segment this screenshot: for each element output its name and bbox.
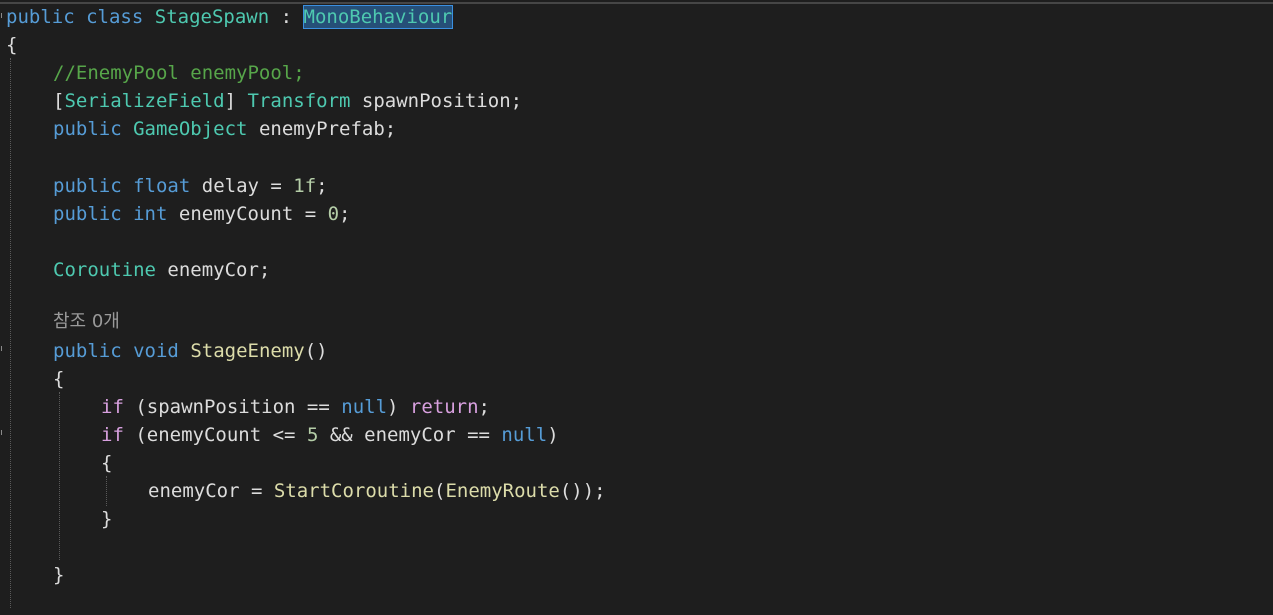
keyword: float	[133, 175, 191, 197]
attribute: SerializeField	[64, 90, 225, 112]
punctuation: ()	[304, 340, 328, 362]
brace: {	[6, 34, 18, 56]
identifier: delay =	[201, 175, 294, 197]
code-line-enemy-prefab[interactable]: public GameObject enemyPrefab;	[53, 115, 396, 143]
class-name: StageSpawn	[154, 6, 270, 28]
identifier: spawnPosition;	[361, 90, 523, 112]
number: 5	[306, 424, 319, 446]
punctuation: ;	[316, 175, 328, 197]
identifier: enemyPrefab;	[258, 118, 397, 140]
punctuation: ;	[478, 396, 490, 418]
number: 1f	[293, 175, 317, 197]
punctuation: )	[387, 396, 410, 418]
control-keyword: if	[101, 424, 124, 446]
brace: }	[101, 508, 113, 530]
keyword: public	[53, 175, 122, 197]
expression: (spawnPosition ==	[135, 396, 342, 418]
type: GameObject	[133, 118, 248, 140]
code-line-enemy-count[interactable]: public int enemyCount = 0;	[53, 200, 351, 228]
code-line-method-close-brace[interactable]: }	[53, 561, 64, 589]
keyword: public	[6, 6, 75, 28]
punctuation: (	[434, 480, 446, 502]
punctuation: :	[280, 6, 293, 28]
identifier: enemyCor;	[167, 259, 271, 281]
indent-guide-if-block	[106, 476, 107, 506]
punctuation: ());	[559, 480, 606, 502]
code-line-class-declaration[interactable]: public class StageSpawn : MonoBehaviour	[6, 3, 454, 31]
punctuation: )	[547, 424, 559, 446]
identifier: enemyCount =	[178, 203, 328, 225]
code-line-start-coroutine[interactable]: enemyCor = StartCoroutine(EnemyRoute());	[148, 477, 606, 505]
expression: (enemyCount <=	[135, 424, 307, 446]
code-line-if-close-brace[interactable]: }	[101, 505, 112, 533]
code-line-spawn-position[interactable]: [SerializeField] Transform spawnPosition…	[53, 87, 522, 115]
punctuation: ]	[224, 90, 237, 112]
code-line-method-open-brace[interactable]: {	[53, 365, 64, 393]
brace: }	[53, 564, 65, 586]
punctuation: [	[53, 90, 65, 112]
method-name: StageEnemy	[190, 340, 305, 362]
number: 0	[327, 203, 340, 225]
expression: && enemyCor ==	[318, 424, 502, 446]
keyword: void	[133, 340, 179, 362]
indent-guide-class	[10, 58, 11, 608]
comment: //EnemyPool enemyPool;	[53, 62, 305, 84]
code-line-comment[interactable]: //EnemyPool enemyPool;	[53, 59, 305, 87]
keyword: class	[86, 6, 144, 28]
code-line-delay[interactable]: public float delay = 1f;	[53, 172, 328, 200]
code-editor[interactable]: public class StageSpawn : MonoBehaviour …	[0, 0, 1273, 615]
codelens-references[interactable]: 참조 0개	[53, 308, 120, 336]
code-line-if-open-brace[interactable]: {	[101, 449, 112, 477]
keyword: null	[341, 396, 388, 418]
brace: {	[101, 452, 113, 474]
selected-base-type[interactable]: MonoBehaviour	[302, 5, 454, 29]
code-line-null-check[interactable]: if (spawnPosition == null) return;	[101, 393, 490, 421]
type: Coroutine	[53, 259, 156, 281]
code-line-method-declaration[interactable]: public void StageEnemy()	[53, 337, 328, 365]
control-keyword: if	[101, 396, 124, 418]
code-line-enemy-cor[interactable]: Coroutine enemyCor;	[53, 256, 270, 284]
expression: enemyCor =	[148, 480, 274, 502]
control-keyword: return	[409, 396, 479, 418]
method-call: StartCoroutine	[273, 480, 434, 502]
keyword: public	[53, 118, 122, 140]
brace: {	[53, 368, 65, 390]
keyword: public	[53, 340, 122, 362]
code-line-class-open-brace[interactable]: {	[6, 31, 17, 59]
keyword: null	[501, 424, 548, 446]
fold-marker[interactable]	[1, 346, 7, 351]
code-line-count-check[interactable]: if (enemyCount <= 5 && enemyCor == null)	[101, 421, 559, 449]
keyword: int	[133, 203, 168, 225]
fold-marker[interactable]	[1, 430, 7, 435]
method-call: EnemyRoute	[445, 480, 560, 502]
indent-guide-method	[59, 392, 60, 560]
type: Transform	[247, 90, 351, 112]
punctuation: ;	[339, 203, 351, 225]
keyword: public	[53, 203, 122, 225]
